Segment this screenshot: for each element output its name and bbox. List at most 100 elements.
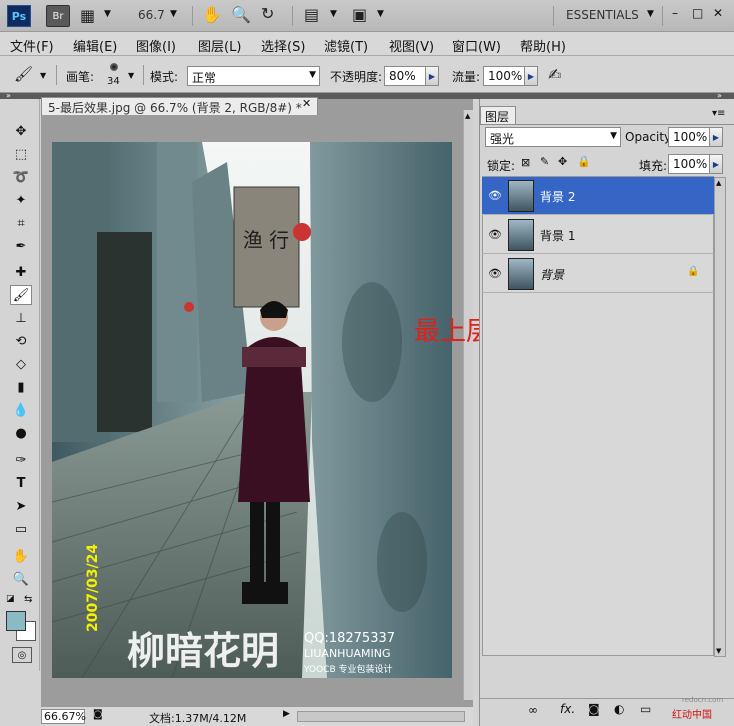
opacity-slider-arrow-icon[interactable]: ▶ xyxy=(425,66,439,86)
chevron-down-icon[interactable]: ▼ xyxy=(170,9,177,19)
bridge-logo[interactable]: Br xyxy=(46,5,70,27)
flow-slider-arrow-icon[interactable]: ▶ xyxy=(524,66,538,86)
dodge-tool-icon[interactable]: ● xyxy=(10,423,32,443)
menu-edit[interactable]: 编辑(E) xyxy=(73,36,117,55)
menu-view[interactable]: 视图(V) xyxy=(389,36,434,55)
document-scrollbar[interactable]: ▲ xyxy=(463,110,473,700)
layer-opacity-arrow-icon[interactable]: ▶ xyxy=(709,127,723,147)
layer-row-background[interactable]: 👁 背景 🔒 xyxy=(482,255,714,293)
photoshop-logo[interactable]: Ps xyxy=(7,5,31,27)
clone-stamp-icon[interactable]: ⊥ xyxy=(10,308,32,328)
watermark: 红动中国 xyxy=(672,710,712,721)
status-zoom-input[interactable]: 66.67% xyxy=(41,709,86,724)
screen-mode-icon[interactable]: ▦ xyxy=(80,6,95,25)
history-brush-icon[interactable]: ⟲ xyxy=(10,331,32,351)
chevron-down-icon[interactable]: ▼ xyxy=(40,71,46,80)
menu-layer[interactable]: 图层(L) xyxy=(198,36,241,55)
lock-transparency-icon[interactable]: ⊠ xyxy=(521,156,530,169)
link-icon[interactable]: ∞ xyxy=(528,703,538,717)
menu-filter[interactable]: 滤镜(T) xyxy=(324,36,368,55)
gradient-tool-icon[interactable]: ▮ xyxy=(10,377,32,397)
layers-scrollbar[interactable]: ▲ ▼ xyxy=(714,177,726,657)
path-selection-icon[interactable]: ➤ xyxy=(10,496,32,516)
marquee-tool-icon[interactable]: ⬚ xyxy=(10,144,32,164)
eyedropper-icon[interactable]: ✒ xyxy=(10,236,32,256)
default-colors-icon[interactable]: ◪ xyxy=(6,594,15,604)
crop-tool-icon[interactable]: ⌗ xyxy=(10,213,32,233)
status-arrow-icon[interactable]: ▶ xyxy=(283,709,290,719)
chevron-down-icon[interactable]: ▼ xyxy=(647,9,654,19)
layer-row-background-2[interactable]: 👁 背景 2 xyxy=(482,177,714,215)
divider xyxy=(662,6,663,26)
type-tool-icon[interactable]: T xyxy=(10,473,32,493)
hand-icon[interactable]: ✋ xyxy=(10,546,32,566)
arrange-icon[interactable]: ▤ xyxy=(304,5,319,24)
mode-select[interactable]: 正常 ▼ xyxy=(187,66,320,86)
layer-opacity-input[interactable]: 100% xyxy=(668,127,710,147)
zoom-level[interactable]: 66.7 xyxy=(138,8,165,22)
status-menu-icon[interactable]: ◙ xyxy=(93,709,103,720)
healing-brush-icon[interactable]: ✚ xyxy=(10,262,32,282)
brush-tool-icon[interactable]: 🖌 xyxy=(14,65,33,83)
magic-wand-icon[interactable]: ✦ xyxy=(10,190,32,210)
scroll-up-icon[interactable]: ▲ xyxy=(716,179,721,187)
menu-image[interactable]: 图像(I) xyxy=(136,36,176,55)
chevron-down-icon[interactable]: ▼ xyxy=(330,9,337,19)
photo-canvas[interactable]: 渔 行 2007/03/24 柳暗花明 QQ:18275337 LIUANHUA… xyxy=(52,142,452,678)
document-tab[interactable]: 5-最后效果.jpg @ 66.7% (背景 2, RGB/8#) * xyxy=(41,97,318,115)
rotate-icon[interactable]: ↻ xyxy=(261,4,274,23)
lock-all-icon[interactable]: 🔒 xyxy=(577,155,591,168)
lasso-tool-icon[interactable]: ➰ xyxy=(10,167,32,187)
photo-qq: QQ:18275337 xyxy=(304,631,395,646)
menu-select[interactable]: 选择(S) xyxy=(261,36,305,55)
screen-icon[interactable]: ▣ xyxy=(352,5,367,24)
swap-colors-icon[interactable]: ⇆ xyxy=(24,594,32,605)
maximize-button[interactable]: □ xyxy=(692,6,703,20)
opacity-input[interactable]: 80% xyxy=(384,66,426,86)
chevron-down-icon[interactable]: ▼ xyxy=(377,9,384,19)
zoom-icon[interactable]: 🔍 xyxy=(231,5,251,24)
lock-position-icon[interactable]: ✥ xyxy=(558,155,567,168)
eraser-icon[interactable]: ◇ xyxy=(10,354,32,374)
visibility-eye-icon[interactable]: 👁 xyxy=(488,267,502,280)
pen-tool-icon[interactable]: ✑ xyxy=(10,450,32,470)
workspace-switcher[interactable]: ESSENTIALS xyxy=(566,8,639,22)
adjustment-icon[interactable]: ◐ xyxy=(614,702,624,716)
layer-row-background-1[interactable]: 👁 背景 1 xyxy=(482,216,714,254)
layers-tab[interactable]: 图层 xyxy=(480,106,516,124)
blur-tool-icon[interactable]: 💧 xyxy=(10,400,32,420)
document-close-icon[interactable]: ✕ xyxy=(302,97,311,110)
scroll-down-icon[interactable]: ▼ xyxy=(716,647,721,655)
opacity-label: 不透明度: xyxy=(330,70,383,84)
menu-help[interactable]: 帮助(H) xyxy=(520,36,566,55)
horizontal-scrollbar[interactable] xyxy=(297,711,465,722)
fill-input[interactable]: 100% xyxy=(668,154,710,174)
flow-input[interactable]: 100% xyxy=(483,66,525,86)
shape-tool-icon[interactable]: ▭ xyxy=(10,519,32,539)
mask-icon[interactable]: ◙ xyxy=(588,702,600,716)
quick-mask-icon[interactable]: ◎ xyxy=(12,647,32,663)
lock-pixels-icon[interactable]: ✎ xyxy=(540,155,549,168)
foreground-color-swatch[interactable] xyxy=(6,611,26,631)
minimize-button[interactable]: – xyxy=(672,6,678,20)
brush-tool-icon[interactable]: 🖌 xyxy=(10,285,32,305)
fill-label: 填充: xyxy=(639,159,668,173)
date-stamp: 2007/03/24 xyxy=(85,544,101,632)
move-tool-icon[interactable]: ✥ xyxy=(10,121,32,141)
visibility-eye-icon[interactable]: 👁 xyxy=(488,228,502,241)
menu-file[interactable]: 文件(F) xyxy=(10,36,54,55)
hand-icon[interactable]: ✋ xyxy=(202,5,222,24)
brush-picker-chevron-icon[interactable]: ▼ xyxy=(128,71,134,80)
close-button[interactable]: ✕ xyxy=(713,6,723,20)
zoom-icon[interactable]: 🔍 xyxy=(10,569,32,589)
scroll-up-icon[interactable]: ▲ xyxy=(465,112,470,120)
menu-window[interactable]: 窗口(W) xyxy=(452,36,501,55)
panel-menu-icon[interactable]: ▾≡ xyxy=(712,108,725,119)
fx-icon[interactable]: fx. xyxy=(560,702,575,716)
fill-arrow-icon[interactable]: ▶ xyxy=(709,154,723,174)
visibility-eye-icon[interactable]: 👁 xyxy=(488,189,502,202)
group-icon[interactable]: ▭ xyxy=(640,702,651,716)
blend-mode-select[interactable]: 强光 ▼ xyxy=(485,127,621,147)
airbrush-icon[interactable]: ✍ xyxy=(548,65,561,84)
chevron-down-icon[interactable]: ▼ xyxy=(104,9,111,19)
